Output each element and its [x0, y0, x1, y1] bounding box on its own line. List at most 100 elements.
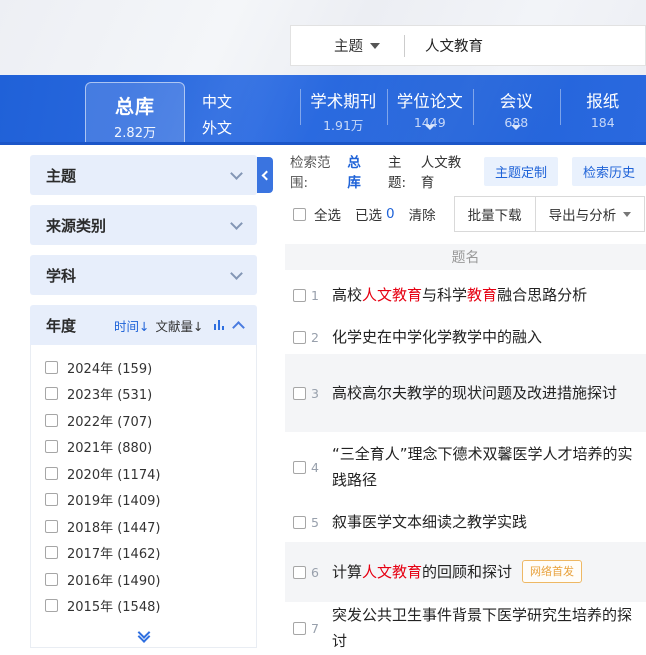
nav-tab-chinese[interactable]: 中文 [202, 91, 232, 112]
year-facet-item[interactable]: 2016年 (1490) [31, 566, 256, 593]
year-label: 2020年 (1174) [67, 464, 160, 483]
year-checkbox[interactable] [45, 546, 58, 559]
title-text: “三全育人”理念下德术双馨医学人才培养的实践路径 [332, 445, 633, 489]
dropdown-arrow-icon [623, 212, 631, 217]
chevron-down-icon [230, 167, 243, 180]
year-label: 2017年 (1462) [67, 543, 160, 562]
row-checkbox[interactable] [293, 516, 306, 529]
result-title-link[interactable]: 高校高尔夫教学的现状问题及改进措施探讨 [332, 380, 617, 406]
sort-by-count[interactable]: 文献量↓ [156, 316, 204, 335]
year-label: 2022年 (707) [67, 411, 152, 430]
sort-by-time[interactable]: 时间↓ [114, 316, 149, 335]
export-analyze-button[interactable]: 导出与分析 [536, 196, 646, 232]
row-checkbox[interactable] [293, 566, 306, 579]
row-checkbox[interactable] [293, 622, 306, 635]
nav-tab-学位论文[interactable]: 学位论文1449 [387, 75, 474, 142]
row-number: 6 [311, 565, 323, 580]
nav-tab-学术期刊[interactable]: 学术期刊 1.91万 [300, 75, 387, 142]
panel-year-title: 年度 [46, 315, 114, 336]
title-text: 高校 [332, 286, 362, 304]
year-label: 2021年 (880) [67, 437, 152, 456]
row-checkbox[interactable] [293, 461, 306, 474]
chevron-up-icon[interactable] [232, 321, 245, 334]
nav-tab-label: 学术期刊 [300, 88, 387, 112]
select-all-checkbox[interactable] [293, 208, 306, 221]
filter-panel-主题[interactable]: 主题 [30, 155, 257, 195]
results-list: 1高校人文教育与科学教育融合思路分析2化学史在中学化学教学中的融入3高校高尔夫教… [285, 270, 646, 655]
search-field-label: 主题 [334, 35, 363, 56]
year-checkbox[interactable] [45, 599, 58, 612]
topic-customize-button[interactable]: 主题定制 [484, 157, 558, 186]
year-facet-item[interactable]: 2019年 (1409) [31, 487, 256, 514]
panel-year-header[interactable]: 年度 时间↓ 文献量↓ [30, 305, 257, 345]
row-number: 7 [311, 621, 323, 636]
year-facet-item[interactable]: 2022年 (707) [31, 407, 256, 434]
filter-sidebar: 主题来源类别学科 年度 时间↓ 文献量↓ 2024年 (159) 2023年 (5… [30, 155, 257, 648]
year-facet-item[interactable]: 2015年 (1548) [31, 593, 256, 620]
filter-panel-来源类别[interactable]: 来源类别 [30, 205, 257, 245]
year-facet-item[interactable]: 2021年 (880) [31, 434, 256, 461]
language-tabs: 中文 外文 [190, 75, 260, 142]
nav-tab-count: 1.91万 [300, 115, 387, 134]
result-title-link[interactable]: 突发公共卫生事件背景下医学研究生培养的探讨 [332, 602, 646, 655]
year-checkbox[interactable] [45, 467, 58, 480]
search-input[interactable] [425, 38, 615, 54]
bar-chart-icon[interactable] [214, 320, 225, 330]
scope-database-link[interactable]: 总库 [347, 151, 372, 191]
nav-tab-count: 184 [560, 115, 646, 130]
year-label: 2018年 (1447) [67, 517, 160, 536]
clear-selection-button[interactable]: 清除 [409, 204, 436, 224]
results-toolbar: 全选 已选 0 清除 批量下载 导出与分析 [285, 198, 646, 230]
select-all-label[interactable]: 全选 [314, 204, 341, 224]
year-label: 2024年 (159) [67, 358, 152, 377]
row-checkbox[interactable] [293, 289, 306, 302]
nav-tab-会议[interactable]: 会议688 [473, 75, 560, 142]
nav-tab-total-library[interactable]: 总库 2.82万 [85, 82, 185, 142]
table-row: 2化学史在中学化学教学中的融入 [285, 320, 646, 354]
year-checkbox[interactable] [45, 414, 58, 427]
result-title-link[interactable]: 计算人文教育的回顾和探讨网络首发 [332, 559, 582, 585]
filter-panels: 主题来源类别学科 [30, 155, 257, 295]
show-more-years-button[interactable] [139, 633, 148, 641]
search-box: 主题 [290, 25, 646, 66]
nav-tab-label: 报纸 [560, 88, 646, 112]
year-checkbox[interactable] [45, 440, 58, 453]
result-title-link[interactable]: “三全育人”理念下德术双馨医学人才培养的实践路径 [332, 441, 646, 494]
year-facet-item[interactable]: 2020年 (1174) [31, 460, 256, 487]
year-facet-item[interactable]: 2024年 (159) [31, 354, 256, 381]
filter-panel-学科[interactable]: 学科 [30, 255, 257, 295]
year-checkbox[interactable] [45, 573, 58, 586]
year-checkbox[interactable] [45, 361, 58, 374]
chevron-down-icon [230, 217, 243, 230]
year-label: 2016年 (1490) [67, 570, 160, 589]
result-title-link[interactable]: 叙事医学文本细读之教学实践 [332, 509, 527, 535]
row-checkbox[interactable] [293, 331, 306, 344]
year-checkbox[interactable] [45, 387, 58, 400]
year-facet-item[interactable]: 2018年 (1447) [31, 513, 256, 540]
highlighted-keyword: 人文教育 [362, 563, 422, 581]
search-history-button[interactable]: 检索历史 [572, 157, 646, 186]
filter-panel-title: 来源类别 [46, 215, 232, 236]
row-checkbox[interactable] [293, 387, 306, 400]
nav-tab-count: 2.82万 [86, 122, 184, 141]
search-field-dropdown[interactable]: 主题 [334, 35, 380, 56]
year-checkbox[interactable] [45, 520, 58, 533]
title-text: 融合思路分析 [497, 286, 587, 304]
nav-tab-foreign[interactable]: 外文 [202, 117, 232, 138]
scope-label: 检索范围: [290, 151, 343, 191]
nav-tab-报纸[interactable]: 报纸 184 [560, 75, 646, 142]
table-row: 5叙事医学文本细读之教学实践 [285, 502, 646, 542]
selected-count[interactable]: 0 [386, 206, 395, 222]
batch-download-button[interactable]: 批量下载 [454, 196, 536, 232]
title-text: 计算 [332, 563, 362, 581]
result-title-link[interactable]: 高校人文教育与科学教育融合思路分析 [332, 282, 587, 308]
row-number: 4 [311, 460, 323, 475]
title-text: 化学史在中学化学教学中的融入 [332, 328, 542, 346]
result-title-link[interactable]: 化学史在中学化学教学中的融入 [332, 324, 542, 350]
nav-tab-label: 总库 [86, 92, 184, 119]
search-divider [404, 35, 405, 57]
year-facet-item[interactable]: 2023年 (531) [31, 381, 256, 408]
year-facet-item[interactable]: 2017年 (1462) [31, 540, 256, 567]
sidebar-collapse-button[interactable] [257, 157, 273, 193]
year-checkbox[interactable] [45, 493, 58, 506]
